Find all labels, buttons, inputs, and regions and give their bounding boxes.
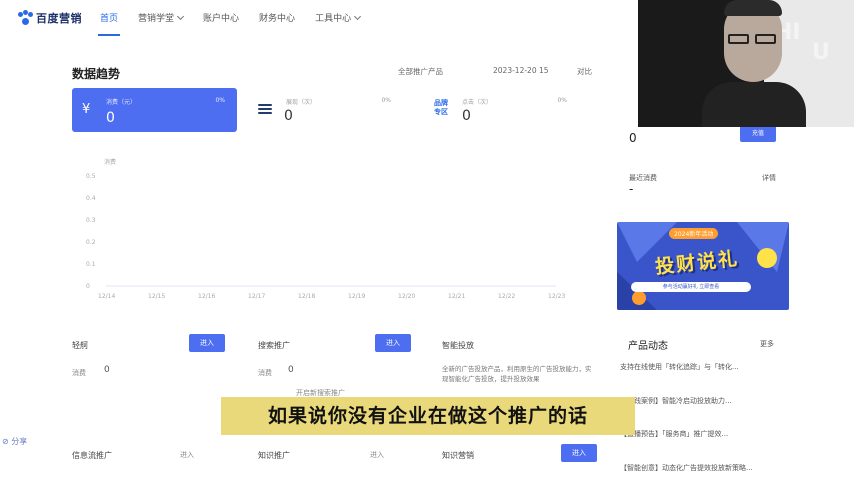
cost-value: 0	[288, 365, 294, 375]
metric-value: 0	[106, 110, 115, 126]
logo[interactable]: 百度营销	[18, 10, 82, 26]
presenter-hair	[724, 0, 782, 16]
metric-card-cost[interactable]: ¥ 消费（元） 0% 0	[72, 88, 237, 132]
section-title-trend: 数据趋势	[72, 67, 121, 81]
product-title-search: 搜索推广	[258, 341, 290, 350]
x-tick-label: 12/15	[148, 293, 165, 300]
logo-text: 百度营销	[36, 12, 82, 25]
paw-logo-icon	[18, 10, 33, 25]
nav-item-academy-label: 营销学堂	[138, 14, 175, 24]
metric-label: 展现（次）	[286, 99, 317, 106]
product-title-qingge: 轻舸	[72, 341, 88, 350]
product-news-more-link[interactable]: 更多	[760, 339, 774, 349]
cost-value: 0	[104, 365, 110, 375]
cost-label: 消费	[258, 369, 272, 377]
y-tick-label: 0.1	[86, 261, 96, 268]
coin-icon: ¥	[82, 102, 91, 117]
x-tick-label: 12/22	[498, 293, 515, 300]
brand-zone-icon: 品牌专区	[434, 99, 448, 116]
nav-item-finance[interactable]: 财务中心	[249, 11, 305, 24]
x-tick-label: 12/19	[348, 293, 365, 300]
nav-item-tools[interactable]: 工具中心	[305, 11, 370, 24]
recent-cost-detail-link[interactable]: 详情	[762, 173, 776, 183]
promo-banner[interactable]: 2024新年活动 投财说礼 参与活动赢好礼 立即查看	[617, 222, 789, 310]
news-item[interactable]: 【实践案例】智能冷启动投放助力...	[620, 396, 780, 406]
main-nav: 首页 营销学堂 账户中心 财务中心 工具中心	[90, 11, 370, 36]
glasses-icon	[728, 34, 778, 44]
metric-card-impressions[interactable]: 展现（次） 0% 0	[258, 88, 403, 132]
enter-feed-link[interactable]: 进入	[180, 450, 194, 460]
x-tick-label: 12/23	[548, 293, 565, 300]
product-title-knowledge-promo: 知识推广	[258, 451, 290, 460]
nav-item-academy[interactable]: 营销学堂	[128, 11, 193, 24]
x-tick-label: 12/20	[398, 293, 415, 300]
product-title-feed: 信息流推广	[72, 451, 112, 460]
news-item[interactable]: 【直播预告】「服务商」推广提效...	[620, 429, 780, 439]
news-item[interactable]: 【智能创意】动态化广告提效投放新策略...	[620, 463, 780, 473]
metric-label: 消费（元）	[106, 99, 137, 106]
cost-label: 消费	[72, 369, 86, 377]
y-tick-label: 0	[86, 283, 90, 290]
metric-label: 点击（次）	[462, 99, 493, 106]
banner-top-tag: 2024新年活动	[669, 228, 719, 239]
y-tick-label: 0.3	[86, 217, 96, 224]
news-item[interactable]: 支持在线使用「转化追踪」与「转化...	[620, 362, 780, 372]
trend-chart: 消费 0.5 0.4 0.3 0.2 0.1 0 12/14 12/15 12/16 12/17 12…	[86, 158, 586, 308]
x-tick-label: 12/21	[448, 293, 465, 300]
y-axis-label: 消费	[104, 158, 116, 166]
product-title-knowledge-marketing: 知识营销	[442, 451, 474, 460]
product-title-smart: 智能投放	[442, 341, 474, 350]
x-tick-label: 12/14	[98, 293, 115, 300]
product-filter-select[interactable]: 全部推广产品	[398, 66, 443, 77]
trend-chart-svg: 消费 0.5 0.4 0.3 0.2 0.1 0 12/14 12/15 12/16 12/17 12…	[86, 158, 565, 300]
nav-item-tools-label: 工具中心	[315, 14, 352, 24]
enter-qingge-button[interactable]: 进入	[189, 334, 225, 352]
x-tick-label: 12/18	[298, 293, 315, 300]
y-tick-label: 0.2	[86, 239, 96, 246]
nav-item-account[interactable]: 账户中心	[193, 11, 249, 24]
chevron-down-icon	[176, 12, 185, 21]
enter-search-button[interactable]: 进入	[375, 334, 411, 352]
metric-card-clicks[interactable]: 品牌专区 点击（次） 0% 0	[434, 88, 579, 132]
list-lines-icon	[258, 104, 272, 116]
enter-knowledge-marketing-button[interactable]: 进入	[561, 444, 597, 462]
chevron-down-icon	[354, 12, 362, 21]
enter-knowledge-promo-link[interactable]: 进入	[370, 450, 384, 460]
recent-cost-value: -	[629, 182, 634, 196]
y-tick-label: 0.4	[86, 195, 96, 202]
recharge-button[interactable]: 充值	[740, 126, 776, 142]
metric-pct: 0%	[381, 97, 391, 104]
video-subtitle: 如果说你没有企业在做这个推广的话	[221, 397, 635, 435]
product-news-title: 产品动态	[628, 341, 668, 352]
balance-value: 0	[629, 131, 637, 145]
x-tick-label: 12/16	[198, 293, 215, 300]
x-tick-label: 12/17	[248, 293, 265, 300]
share-button[interactable]: ⊘ 分享	[2, 436, 27, 447]
nav-item-home[interactable]: 首页	[90, 11, 128, 36]
presenter-shirt	[702, 82, 806, 127]
metric-pct: 0%	[215, 97, 225, 104]
banner-strip: 参与活动赢好礼 立即查看	[631, 282, 751, 292]
product-desc: 全新的广告投放产品，利用原生的广告投放能力，实现智能化广告投放，提升投放效果	[442, 365, 592, 383]
metric-value: 0	[284, 108, 293, 124]
webcam-overlay: HI U	[638, 0, 854, 127]
y-tick-label: 0.5	[86, 173, 96, 180]
date-picker[interactable]: 2023-12-20 15	[493, 66, 549, 75]
compare-toggle[interactable]: 对比	[577, 66, 592, 77]
metric-pct: 0%	[557, 97, 567, 104]
metric-value: 0	[462, 108, 471, 124]
page: 百度营销 首页 营销学堂 账户中心 财务中心 工具中心 数据趋势 全部推广产品 …	[0, 0, 854, 478]
